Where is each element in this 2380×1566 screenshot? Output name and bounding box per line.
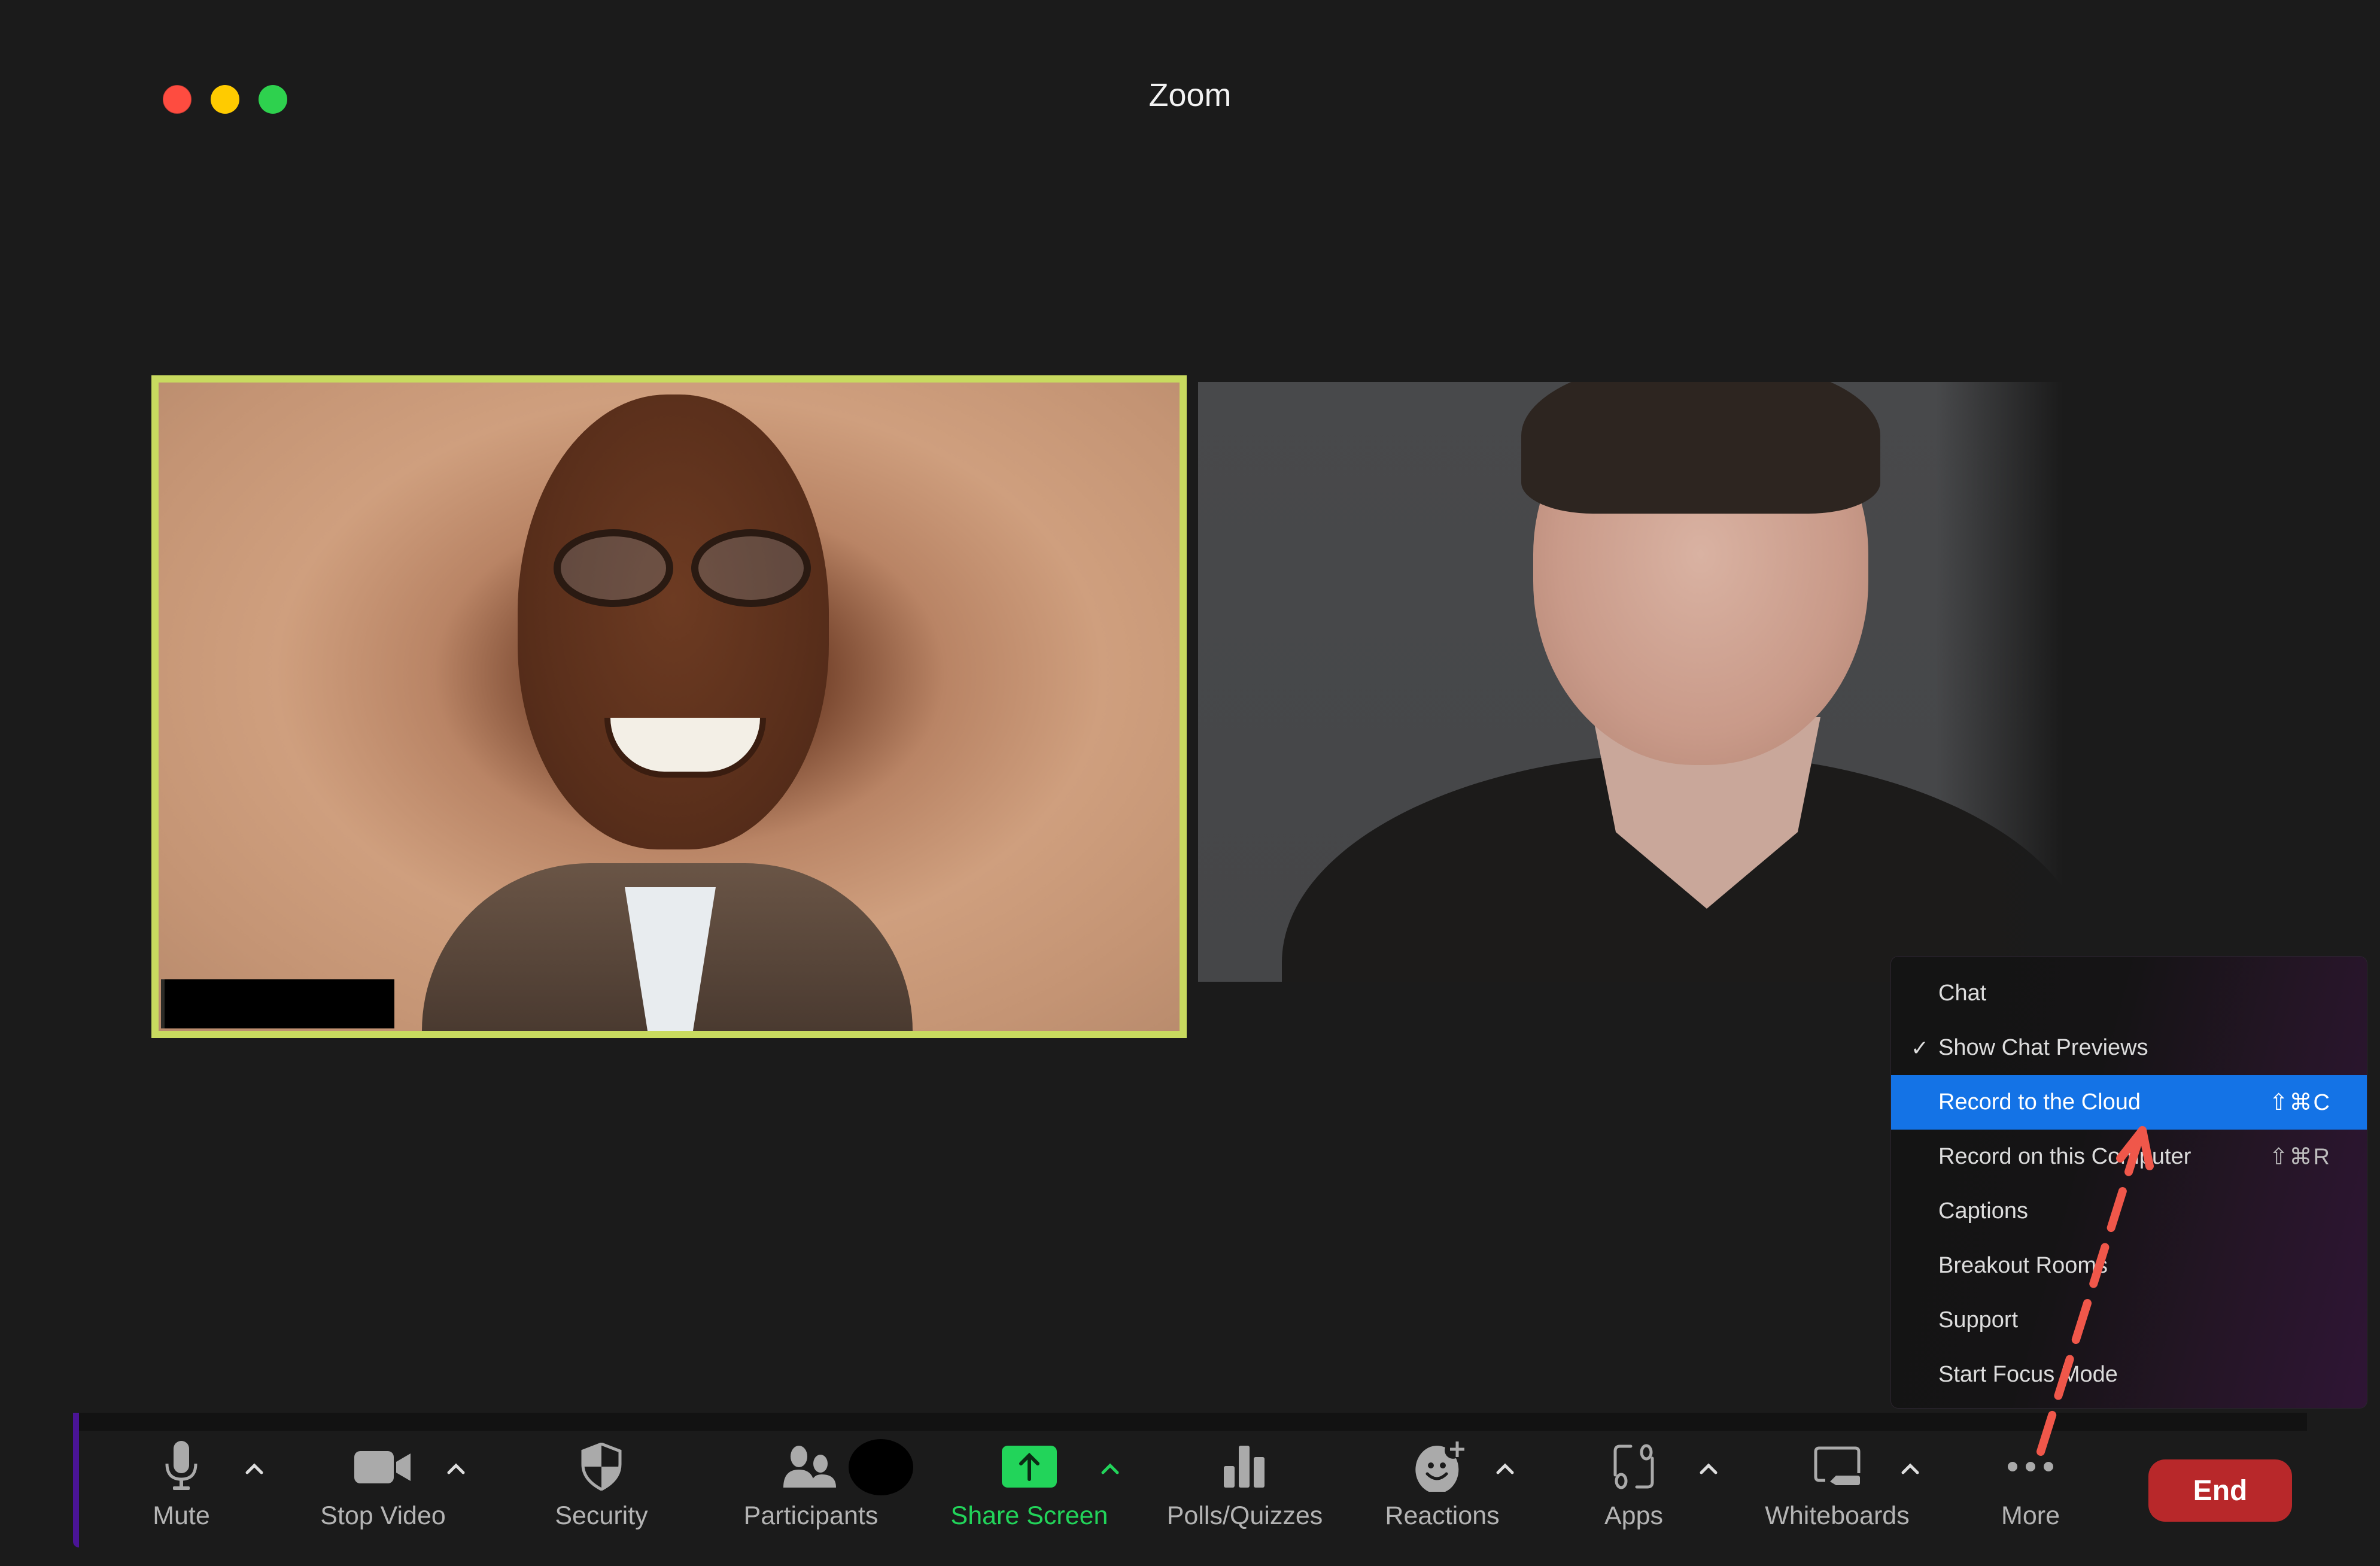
menu-item-show-chat-previews[interactable]: ✓ Show Chat Previews: [1891, 1021, 2367, 1075]
video-tile-active-speaker[interactable]: [151, 375, 1187, 1038]
add-reaction-icon: [1415, 1437, 1469, 1497]
whiteboards-button[interactable]: Whiteboards: [1753, 1437, 1921, 1544]
menu-item-record-to-cloud[interactable]: Record to the Cloud ⇧⌘C: [1891, 1075, 2367, 1130]
stop-video-label: Stop Video: [320, 1501, 446, 1530]
apps-label: Apps: [1604, 1501, 1663, 1530]
security-label: Security: [555, 1501, 648, 1530]
video-camera-icon: [354, 1437, 412, 1497]
menu-item-label: Support: [1938, 1307, 2019, 1333]
polls-quizzes-button[interactable]: Polls/Quizzes: [1155, 1437, 1335, 1544]
menu-item-support[interactable]: Support: [1891, 1293, 2367, 1348]
apps-icon: [1613, 1437, 1655, 1497]
participants-label: Participants: [743, 1501, 879, 1530]
keyboard-shortcut: ⇧⌘C: [2269, 1090, 2331, 1115]
share-screen-label: Share Screen: [950, 1501, 1108, 1530]
menu-item-label: Record on this Computer: [1938, 1144, 2191, 1169]
video-options-caret[interactable]: [444, 1457, 468, 1481]
menu-item-breakout-rooms[interactable]: Breakout Rooms: [1891, 1239, 2367, 1293]
share-screen-options-caret[interactable]: [1098, 1457, 1122, 1481]
bar-chart-icon: [1224, 1437, 1266, 1497]
more-button[interactable]: More: [1983, 1437, 2078, 1544]
end-meeting-button[interactable]: End: [2148, 1459, 2292, 1522]
stop-video-button[interactable]: Stop Video: [311, 1437, 455, 1544]
keyboard-shortcut: ⇧⌘R: [2269, 1145, 2331, 1170]
menu-item-captions[interactable]: Captions: [1891, 1184, 2367, 1239]
menu-item-label: Breakout Rooms: [1938, 1253, 2108, 1278]
virtual-background-edge: [1936, 382, 2217, 982]
mute-label: Mute: [153, 1501, 210, 1530]
video-tile-participant[interactable]: [1198, 382, 2217, 982]
menu-item-label: Start Focus Mode: [1938, 1362, 2118, 1387]
participant-count-badge-redacted: [849, 1439, 913, 1495]
share-screen-icon: [1002, 1437, 1057, 1497]
menu-item-label: Captions: [1938, 1198, 2028, 1224]
reactions-options-caret[interactable]: [1493, 1457, 1517, 1481]
security-button[interactable]: Security: [542, 1437, 661, 1544]
toolbar-accent-edge: [73, 1413, 79, 1547]
reactions-button[interactable]: Reactions: [1370, 1437, 1514, 1544]
share-screen-button[interactable]: Share Screen: [940, 1437, 1119, 1544]
polls-quizzes-label: Polls/Quizzes: [1166, 1501, 1323, 1530]
more-label: More: [2001, 1501, 2060, 1530]
menu-item-label: Record to the Cloud: [1938, 1089, 2141, 1115]
menu-item-label: Show Chat Previews: [1938, 1035, 2148, 1060]
reactions-label: Reactions: [1385, 1501, 1500, 1530]
toolbar-top-strip: [78, 1413, 2307, 1431]
participant-name-label-redacted: [161, 979, 394, 1028]
participant-video-glasses: [530, 529, 829, 607]
apps-options-caret[interactable]: [1697, 1457, 1721, 1481]
menu-item-chat[interactable]: Chat: [1891, 966, 2367, 1021]
shield-icon: [580, 1437, 622, 1497]
participant-video-face: [518, 394, 829, 849]
participant-video-hair: [1521, 382, 1880, 514]
menu-item-start-focus-mode[interactable]: Start Focus Mode: [1891, 1348, 2367, 1402]
checkmark-icon: ✓: [1910, 1035, 1929, 1060]
menu-item-label: Chat: [1938, 981, 1987, 1006]
whiteboards-options-caret[interactable]: [1898, 1457, 1922, 1481]
participants-icon: [782, 1437, 840, 1497]
menu-item-record-on-computer[interactable]: Record on this Computer ⇧⌘R: [1891, 1130, 2367, 1184]
whiteboard-icon: [1813, 1437, 1861, 1497]
mute-options-caret[interactable]: [242, 1457, 266, 1481]
mute-button[interactable]: Mute: [139, 1437, 223, 1544]
more-menu: Chat ✓ Show Chat Previews Record to the …: [1891, 957, 2367, 1408]
apps-button[interactable]: Apps: [1580, 1437, 1688, 1544]
window-title: Zoom: [1148, 77, 1232, 113]
more-dots-icon: [2007, 1437, 2054, 1497]
microphone-icon: [163, 1437, 199, 1497]
whiteboards-label: Whiteboards: [1765, 1501, 1910, 1530]
